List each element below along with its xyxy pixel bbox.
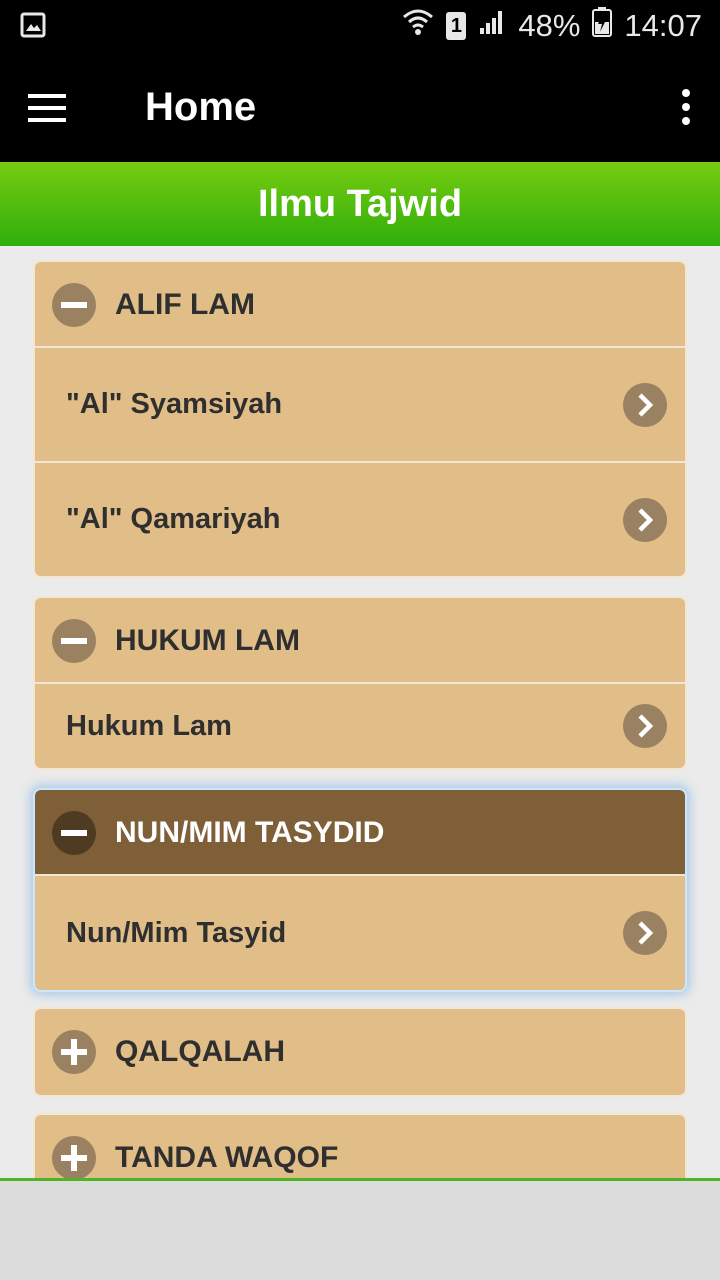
plus-icon [52,1136,96,1178]
minus-icon [52,619,96,663]
battery-percent: 48% [518,8,581,43]
list-item[interactable]: "Al" Qamariyah [35,463,685,576]
chevron-right-icon [623,383,667,427]
accordion-group-qalqalah: QALQALAH [33,1007,687,1097]
page-title: Home [145,85,257,129]
battery-icon [592,7,613,45]
accordion-group-nun-mim-tasydid: NUN/MIM TASYDID Nun/Mim Tasyid [33,788,687,992]
plus-icon [52,1030,96,1074]
minus-icon [52,811,96,855]
chevron-right-icon [623,911,667,955]
accordion-group-alif-lam: ALIF LAM "Al" Syamsiyah "Al" Qamariyah [33,260,687,578]
accordion-header-label: HUKUM LAM [115,624,300,657]
list-item-label: "Al" Qamariyah [66,503,281,535]
image-icon [20,12,46,43]
bottom-panel [0,1178,720,1280]
accordion-header-label: NUN/MIM TASYDID [115,816,385,849]
accordion-group-tanda-waqof: TANDA WAQOF [33,1113,687,1178]
chevron-right-icon [623,704,667,748]
menu-icon[interactable] [20,80,76,136]
accordion-header[interactable]: TANDA WAQOF [35,1115,685,1178]
chevron-right-icon [623,498,667,542]
list-item-label: "Al" Syamsiyah [66,388,283,420]
list-item[interactable]: Hukum Lam [35,684,685,768]
accordion-group-hukum-lam: HUKUM LAM Hukum Lam [33,596,687,770]
clock: 14:07 [624,8,702,43]
status-bar: 1 48% 14:07 [0,0,720,52]
accordion-header[interactable]: HUKUM LAM [35,598,685,684]
list-item-label: Nun/Mim Tasyid [66,916,287,949]
accordion-list: ALIF LAM "Al" Syamsiyah "Al" Qamariyah H… [0,246,720,1178]
accordion-header-label: ALIF LAM [115,288,255,321]
accordion-header-label: TANDA WAQOF [115,1141,339,1174]
more-vert-icon[interactable] [674,82,698,132]
accordion-header[interactable]: QALQALAH [35,1009,685,1095]
list-item[interactable]: Nun/Mim Tasyid [35,876,685,990]
app-bar: Home [0,52,720,162]
list-item-label: Hukum Lam [66,709,232,742]
accordion-header-label: QALQALAH [115,1035,285,1068]
accordion-header[interactable]: NUN/MIM TASYDID [35,790,685,876]
signal-icon [478,8,506,44]
minus-icon [52,283,96,327]
accordion-header[interactable]: ALIF LAM [35,262,685,348]
wifi-icon [402,8,434,44]
list-item[interactable]: "Al" Syamsiyah [35,348,685,463]
sim-icon: 1 [446,12,467,40]
section-banner: Ilmu Tajwid [0,162,720,246]
